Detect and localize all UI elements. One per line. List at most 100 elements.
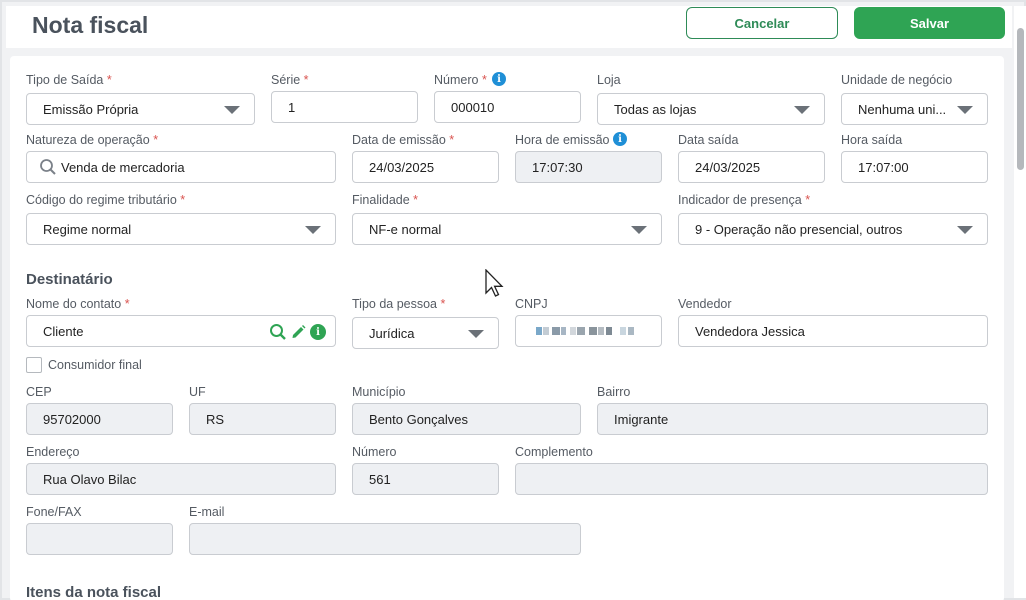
- hora-saida-input[interactable]: 17:07:00: [841, 151, 988, 183]
- natureza-input[interactable]: Venda de mercadoria: [26, 151, 336, 183]
- vendedor-value: Vendedora Jessica: [695, 323, 805, 339]
- info-icon[interactable]: i: [492, 72, 506, 86]
- chevron-down-icon: [794, 106, 810, 114]
- chevron-down-icon: [957, 106, 973, 114]
- loja-select[interactable]: Todas as lojas: [597, 93, 825, 125]
- nome-contato-input[interactable]: Cliente i: [26, 315, 336, 347]
- vendedor-input[interactable]: Vendedora Jessica: [678, 315, 988, 347]
- nome-contato-label: Nome do contato *: [26, 297, 130, 311]
- complemento-label: Complemento: [515, 445, 593, 459]
- numero-endereco-value: 561: [369, 471, 391, 487]
- hora-emissao-input: 17:07:30: [515, 151, 662, 183]
- finalidade-select[interactable]: NF-e normal: [352, 213, 662, 245]
- serie-label: Série *: [271, 73, 309, 87]
- regime-value: Regime normal: [43, 221, 132, 237]
- data-emissao-input[interactable]: 24/03/2025: [352, 151, 499, 183]
- data-emissao-value: 24/03/2025: [369, 159, 435, 175]
- bairro-value: Imigrante: [614, 411, 669, 427]
- unidade-negocio-select[interactable]: Nenhuma uni...: [841, 93, 988, 125]
- bairro-label: Bairro: [597, 385, 631, 399]
- numero-endereco-label: Número: [352, 445, 397, 459]
- natureza-label: Natureza de operação *: [26, 133, 159, 147]
- chevron-down-icon: [305, 226, 321, 234]
- municipio-label: Município: [352, 385, 406, 399]
- numero-label: Número *: [434, 73, 487, 87]
- chevron-down-icon: [631, 226, 647, 234]
- search-icon[interactable]: [269, 323, 287, 341]
- save-button[interactable]: Salvar: [854, 7, 1005, 39]
- unidade-negocio-label: Unidade de negócio: [841, 73, 953, 87]
- tipo-saida-label: Tipo de Saída *: [26, 73, 112, 87]
- unidade-negocio-value: Nenhuma uni...: [858, 101, 947, 117]
- presenca-label: Indicador de presença *: [678, 193, 811, 207]
- form-card: Tipo de Saída * Emissão Própria Série * …: [10, 56, 1004, 600]
- numero-input[interactable]: 000010: [434, 91, 581, 123]
- hora-saida-label: Hora saída: [841, 133, 903, 147]
- fone-label: Fone/FAX: [26, 505, 82, 519]
- regime-label: Código do regime tributário *: [26, 193, 186, 207]
- municipio-value: Bento Gonçalves: [369, 411, 469, 427]
- scrollbar-thumb[interactable]: [1017, 28, 1024, 170]
- hora-emissao-value: 17:07:30: [532, 159, 583, 175]
- pencil-icon[interactable]: [290, 323, 307, 340]
- endereco-label: Endereço: [26, 445, 80, 459]
- page-title: Nota fiscal: [32, 12, 149, 38]
- tipo-saida-value: Emissão Própria: [43, 101, 139, 117]
- endereco-input[interactable]: Rua Olavo Bilac: [26, 463, 336, 495]
- app-frame: Nota fiscal Cancelar Salvar Tipo de Saíd…: [0, 0, 1026, 600]
- data-saida-value: 24/03/2025: [695, 159, 761, 175]
- data-saida-input[interactable]: 24/03/2025: [678, 151, 825, 183]
- serie-input[interactable]: 1: [271, 91, 418, 123]
- regime-select[interactable]: Regime normal: [26, 213, 336, 245]
- vendedor-label: Vendedor: [678, 297, 732, 311]
- numero-endereco-input[interactable]: 561: [352, 463, 499, 495]
- presenca-value: 9 - Operação não presencial, outros: [695, 221, 903, 237]
- redacted-value: [536, 327, 634, 335]
- info-icon[interactable]: i: [310, 324, 326, 340]
- finalidade-label: Finalidade *: [352, 193, 419, 207]
- cep-label: CEP: [26, 385, 52, 399]
- consumidor-final-checkbox[interactable]: [26, 357, 42, 373]
- email-input[interactable]: [189, 523, 581, 555]
- tipo-pessoa-select[interactable]: Jurídica: [352, 317, 499, 349]
- chevron-down-icon: [468, 330, 484, 338]
- destinatario-title: Destinatário: [26, 271, 113, 288]
- presenca-select[interactable]: 9 - Operação não presencial, outros: [678, 213, 988, 245]
- tipo-pessoa-value: Jurídica: [369, 325, 415, 341]
- fone-input[interactable]: [26, 523, 173, 555]
- bairro-input[interactable]: Imigrante: [597, 403, 988, 435]
- itens-title: Itens da nota fiscal: [26, 584, 162, 600]
- loja-value: Todas as lojas: [614, 101, 697, 117]
- hora-emissao-label: Hora de emissão: [515, 133, 610, 147]
- complemento-input[interactable]: [515, 463, 988, 495]
- cep-input[interactable]: 95702000: [26, 403, 173, 435]
- cep-value: 95702000: [43, 411, 101, 427]
- page-header: Nota fiscal Cancelar Salvar: [6, 6, 1012, 48]
- uf-label: UF: [189, 385, 206, 399]
- uf-value: RS: [206, 411, 225, 427]
- natureza-value: Venda de mercadoria: [61, 159, 185, 175]
- uf-input[interactable]: RS: [189, 403, 336, 435]
- data-saida-label: Data saída: [678, 133, 739, 147]
- chevron-down-icon: [224, 106, 240, 114]
- tipo-saida-select[interactable]: Emissão Própria: [26, 93, 255, 125]
- info-icon[interactable]: i: [613, 132, 627, 146]
- tipo-pessoa-label: Tipo da pessoa *: [352, 297, 446, 311]
- scrollbar[interactable]: [1014, 6, 1026, 598]
- finalidade-value: NF-e normal: [369, 221, 442, 237]
- email-label: E-mail: [189, 505, 225, 519]
- cancel-button[interactable]: Cancelar: [686, 7, 838, 39]
- cnpj-label: CNPJ: [515, 297, 548, 311]
- endereco-value: Rua Olavo Bilac: [43, 471, 137, 487]
- serie-value: 1: [288, 99, 296, 115]
- municipio-input[interactable]: Bento Gonçalves: [352, 403, 581, 435]
- consumidor-final-label: Consumidor final: [48, 358, 142, 372]
- numero-value: 000010: [451, 99, 495, 115]
- hora-saida-value: 17:07:00: [858, 159, 909, 175]
- data-emissao-label: Data de emissão *: [352, 133, 455, 147]
- loja-label: Loja: [597, 73, 621, 87]
- cnpj-input[interactable]: [515, 315, 662, 347]
- chevron-down-icon: [957, 226, 973, 234]
- mouse-cursor-icon: [485, 269, 504, 297]
- nome-contato-value: Cliente: [43, 323, 84, 339]
